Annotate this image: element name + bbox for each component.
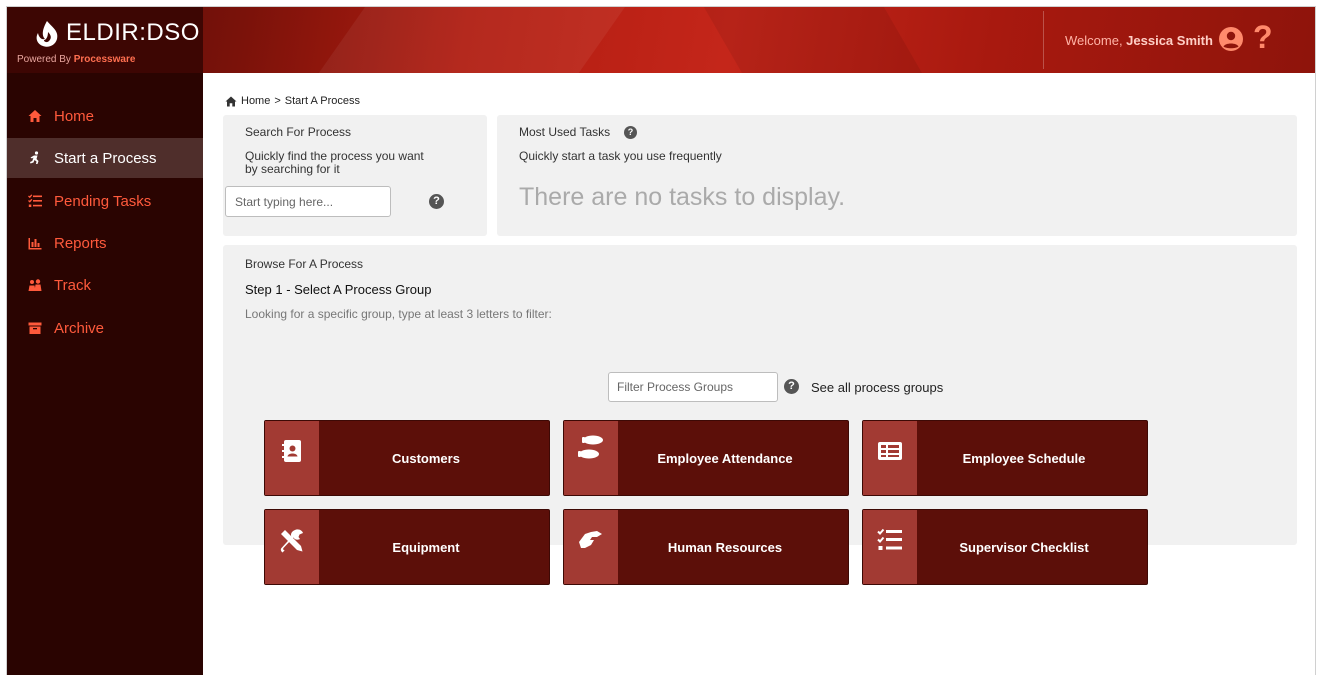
tile-icon-box xyxy=(863,510,917,584)
sidebar-item-label: Pending Tasks xyxy=(54,192,152,210)
most-used-description: Quickly start a task you use frequently xyxy=(519,149,722,163)
checklist-icon xyxy=(877,528,902,550)
browse-title: Browse For A Process xyxy=(245,257,364,271)
people-map-icon xyxy=(28,279,42,291)
empty-tasks-message: There are no tasks to display. xyxy=(519,183,846,211)
schedule-list-icon xyxy=(878,442,902,460)
sidebar: Home Start a Process Pending Tasks Repor… xyxy=(7,73,203,675)
group-tile-employee-attendance[interactable]: Employee Attendance xyxy=(563,420,849,496)
group-tile-supervisor-checklist[interactable]: Supervisor Checklist xyxy=(862,509,1148,585)
welcome-prefix: Welcome, xyxy=(1065,33,1127,48)
process-search-input[interactable] xyxy=(225,186,391,217)
sidebar-item-archive[interactable]: Archive xyxy=(7,308,203,348)
step-label: Step 1 - Select A Process Group xyxy=(245,282,432,297)
tile-icon-box xyxy=(863,421,917,495)
most-used-title: Most Used Tasks xyxy=(519,125,611,139)
header-decoration xyxy=(294,7,640,73)
filter-help-icon[interactable]: ? xyxy=(784,379,799,394)
header-decoration xyxy=(686,7,948,73)
welcome-text: Welcome, Jessica Smith xyxy=(1065,33,1213,48)
sidebar-item-label: Track xyxy=(54,276,91,294)
brand-logo[interactable]: ELDIR:DSO Powered By Processware xyxy=(7,7,203,73)
user-name: Jessica Smith xyxy=(1126,33,1213,48)
home-icon xyxy=(28,110,42,122)
tile-label: Customers xyxy=(392,450,460,466)
sidebar-item-reports[interactable]: Reports xyxy=(7,223,203,263)
home-icon xyxy=(225,96,237,106)
help-icon[interactable]: ? xyxy=(1253,19,1273,55)
tile-icon-box xyxy=(265,421,319,495)
search-process-panel: Search For Process Quickly find the proc… xyxy=(223,115,487,236)
breadcrumb-current: Start A Process xyxy=(284,95,360,107)
powered-by: Powered By Processware xyxy=(17,54,135,65)
search-panel-title: Search For Process xyxy=(245,125,352,139)
powered-name: Processware xyxy=(73,54,136,65)
group-tile-customers[interactable]: Customers xyxy=(264,420,550,496)
tile-label: Employee Schedule xyxy=(962,450,1086,466)
top-header: ELDIR:DSO Powered By Processware Welcome… xyxy=(7,7,1315,73)
filter-hint: Looking for a specific group, type at le… xyxy=(245,307,552,321)
tools-icon xyxy=(280,529,303,553)
powered-prefix: Powered By xyxy=(17,54,74,65)
header-divider xyxy=(1043,11,1044,69)
running-person-icon xyxy=(30,151,39,164)
bar-chart-icon xyxy=(28,238,42,250)
sidebar-item-label: Home xyxy=(54,107,95,125)
search-help-icon[interactable]: ? xyxy=(429,194,444,209)
sidebar-item-home[interactable]: Home xyxy=(7,96,203,136)
app-window: ELDIR:DSO Powered By Processware Welcome… xyxy=(6,6,1316,675)
tile-label: Equipment xyxy=(392,539,460,555)
sidebar-item-start-process[interactable]: Start a Process xyxy=(7,138,203,178)
tile-label: Supervisor Checklist xyxy=(959,539,1089,555)
archive-box-icon xyxy=(28,322,42,334)
checklist-icon xyxy=(28,194,42,207)
group-tile-employee-schedule[interactable]: Employee Schedule xyxy=(862,420,1148,496)
group-tile-human-resources[interactable]: Human Resources xyxy=(563,509,849,585)
most-used-help-icon[interactable]: ? xyxy=(624,126,637,139)
breadcrumb: Home > Start A Process xyxy=(225,95,360,107)
brand-name: ELDIR:DSO xyxy=(66,19,200,46)
sidebar-item-track[interactable]: Track xyxy=(7,265,203,305)
tile-label: Employee Attendance xyxy=(657,450,793,466)
contact-book-icon xyxy=(282,440,301,462)
group-tile-equipment[interactable]: Equipment xyxy=(264,509,550,585)
search-panel-description: by searching for it xyxy=(245,162,340,176)
sidebar-item-label: Archive xyxy=(54,319,105,337)
user-profile-icon[interactable] xyxy=(1219,27,1243,51)
tile-icon-box xyxy=(564,510,618,584)
handshake-icon xyxy=(579,531,602,548)
footprints-icon xyxy=(578,435,603,459)
tile-icon-box xyxy=(564,421,618,495)
tile-label: Human Resources xyxy=(667,539,783,555)
sidebar-item-label: Start a Process xyxy=(54,149,157,167)
filter-groups-input[interactable] xyxy=(608,372,778,402)
tile-icon-box xyxy=(265,510,319,584)
breadcrumb-home[interactable]: Home xyxy=(241,95,270,107)
see-all-groups-link[interactable]: See all process groups xyxy=(811,380,943,395)
flame-logo-icon xyxy=(36,21,58,47)
breadcrumb-separator: > xyxy=(274,95,281,107)
most-used-tasks-panel: Most Used Tasks ? Quickly start a task y… xyxy=(497,115,1297,236)
main-content: Home > Start A Process Search For Proces… xyxy=(203,73,1315,675)
sidebar-item-label: Reports xyxy=(54,234,107,252)
sidebar-item-pending-tasks[interactable]: Pending Tasks xyxy=(7,181,203,221)
